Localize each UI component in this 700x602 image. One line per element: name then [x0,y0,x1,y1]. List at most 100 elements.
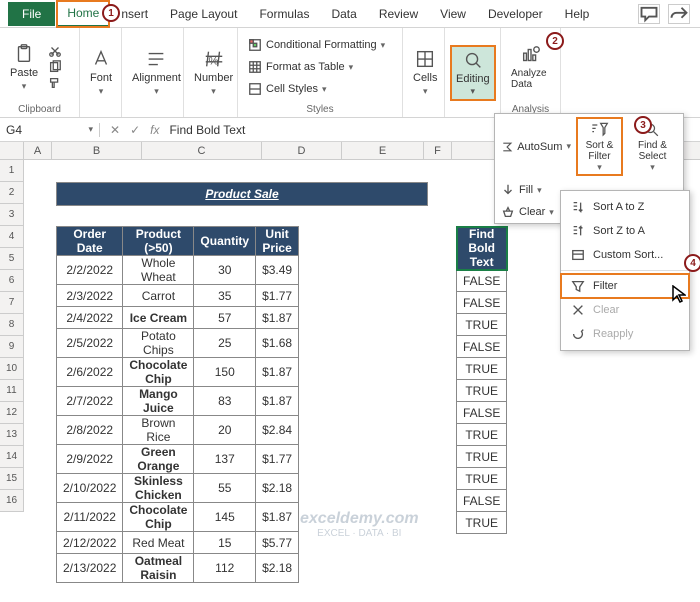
row-header-1[interactable]: 1 [0,160,24,182]
col-header-B[interactable]: B [52,142,142,159]
analyze-data-button[interactable]: Analyze Data [507,42,554,92]
font-button[interactable]: Font▾ [86,46,116,99]
cell-product[interactable]: Skinless Chicken [123,474,194,503]
cell-date[interactable]: 2/10/2022 [57,474,123,503]
cell-product[interactable]: Red Meat [123,532,194,554]
col-header-D[interactable]: D [262,142,342,159]
formula-input[interactable]: Find Bold Text [169,123,245,137]
cell-bold-flag[interactable]: TRUE [457,380,507,402]
cell-bold-flag[interactable]: TRUE [457,314,507,336]
row-header-10[interactable]: 10 [0,358,24,380]
cell-bold-flag[interactable]: FALSE [457,336,507,358]
cell-date[interactable]: 2/4/2022 [57,307,123,329]
paste-button[interactable]: Paste▾ [6,41,42,94]
cell-qty[interactable]: 145 [194,503,256,532]
row-header-16[interactable]: 16 [0,490,24,512]
tab-file[interactable]: File [8,2,55,26]
row-header-3[interactable]: 3 [0,204,24,226]
tab-view[interactable]: View [430,2,476,26]
table-row[interactable]: 2/8/2022Brown Rice20$2.84 [57,416,299,445]
tab-help[interactable]: Help [555,2,600,26]
format-painter-icon[interactable] [48,76,62,90]
cell-price[interactable]: $1.87 [256,307,299,329]
row-header-14[interactable]: 14 [0,446,24,468]
cell-qty[interactable]: 15 [194,532,256,554]
col-header-A[interactable]: A [24,142,52,159]
sort-filter-button[interactable]: Sort & Filter▾ [577,118,622,175]
cell-date[interactable]: 2/11/2022 [57,503,123,532]
sort-az-item[interactable]: Sort A to Z [561,195,689,219]
cell-date[interactable]: 2/13/2022 [57,554,123,583]
table-row[interactable]: 2/7/2022Mango Juice83$1.87 [57,387,299,416]
cell-date[interactable]: 2/9/2022 [57,445,123,474]
row-header-5[interactable]: 5 [0,248,24,270]
cell-price[interactable]: $1.77 [256,285,299,307]
row-header-8[interactable]: 8 [0,314,24,336]
row-header-12[interactable]: 12 [0,402,24,424]
cell-product[interactable]: Potato Chips [123,329,194,358]
table-row[interactable]: 2/2/2022Whole Wheat30$3.49 [57,256,299,285]
editing-button[interactable]: Editing▾ [451,46,495,100]
cut-icon[interactable] [48,44,62,58]
cell-price[interactable]: $2.18 [256,474,299,503]
col-header-C[interactable]: C [142,142,262,159]
table-row[interactable]: 2/11/2022Chocolate Chip145$1.87 [57,503,299,532]
cell-product[interactable]: Whole Wheat [123,256,194,285]
cell-qty[interactable]: 35 [194,285,256,307]
share-icon[interactable] [668,4,690,24]
cell-styles-button[interactable]: Cell Styles▾ [244,80,389,98]
table-row[interactable]: 2/12/2022Red Meat15$5.77 [57,532,299,554]
row-header-6[interactable]: 6 [0,270,24,292]
cell-date[interactable]: 2/7/2022 [57,387,123,416]
cell-qty[interactable]: 20 [194,416,256,445]
enter-icon[interactable]: ✓ [130,123,140,137]
tab-developer[interactable]: Developer [478,2,553,26]
cell-product[interactable]: Brown Rice [123,416,194,445]
cell-qty[interactable]: 57 [194,307,256,329]
cell-price[interactable]: $1.68 [256,329,299,358]
cell-bold-flag[interactable]: FALSE [457,402,507,424]
cell-product[interactable]: Mango Juice [123,387,194,416]
table-row[interactable]: 2/4/2022Ice Cream57$1.87 [57,307,299,329]
table-row[interactable]: 2/10/2022Skinless Chicken55$2.18 [57,474,299,503]
cell-qty[interactable]: 137 [194,445,256,474]
cell-qty[interactable]: 25 [194,329,256,358]
cell-bold-flag[interactable]: TRUE [457,468,507,490]
cell-product[interactable]: Green Orange [123,445,194,474]
col-header-E[interactable]: E [342,142,424,159]
cell-bold-flag[interactable]: TRUE [457,446,507,468]
cell-product[interactable]: Ice Cream [123,307,194,329]
cell-date[interactable]: 2/2/2022 [57,256,123,285]
autosum-button[interactable]: AutoSum▾ [501,140,571,154]
comments-icon[interactable] [638,4,660,24]
cell-qty[interactable]: 150 [194,358,256,387]
cell-date[interactable]: 2/6/2022 [57,358,123,387]
format-as-table-button[interactable]: Format as Table▾ [244,58,389,76]
cell-product[interactable]: Carrot [123,285,194,307]
row-header-2[interactable]: 2 [0,182,24,204]
tab-formulas[interactable]: Formulas [249,2,319,26]
cell-product[interactable]: Chocolate Chip [123,358,194,387]
conditional-formatting-button[interactable]: Conditional Formatting▾ [244,36,389,54]
alignment-button[interactable]: Alignment▾ [128,46,185,99]
fx-icon[interactable]: fx [150,123,159,137]
col-header-F[interactable]: F [424,142,452,159]
cell-qty[interactable]: 30 [194,256,256,285]
cells-button[interactable]: Cells▾ [409,46,441,99]
table-row[interactable]: 2/13/2022Oatmeal Raisin112$2.18 [57,554,299,583]
cell-bold-flag[interactable]: TRUE [457,512,507,534]
row-header-11[interactable]: 11 [0,380,24,402]
cancel-icon[interactable]: ✕ [110,123,120,137]
table-row[interactable]: 2/3/2022Carrot35$1.77 [57,285,299,307]
cell-price[interactable]: $1.87 [256,387,299,416]
cell-bold-flag[interactable]: FALSE [457,292,507,314]
copy-icon[interactable] [48,60,62,74]
row-header-7[interactable]: 7 [0,292,24,314]
row-header-9[interactable]: 9 [0,336,24,358]
name-box[interactable]: G4▾ [0,123,100,137]
cell-bold-flag[interactable]: FALSE [457,490,507,512]
cell-price[interactable]: $5.77 [256,532,299,554]
tab-data[interactable]: Data [321,2,366,26]
cell-price[interactable]: $3.49 [256,256,299,285]
cell-qty[interactable]: 83 [194,387,256,416]
